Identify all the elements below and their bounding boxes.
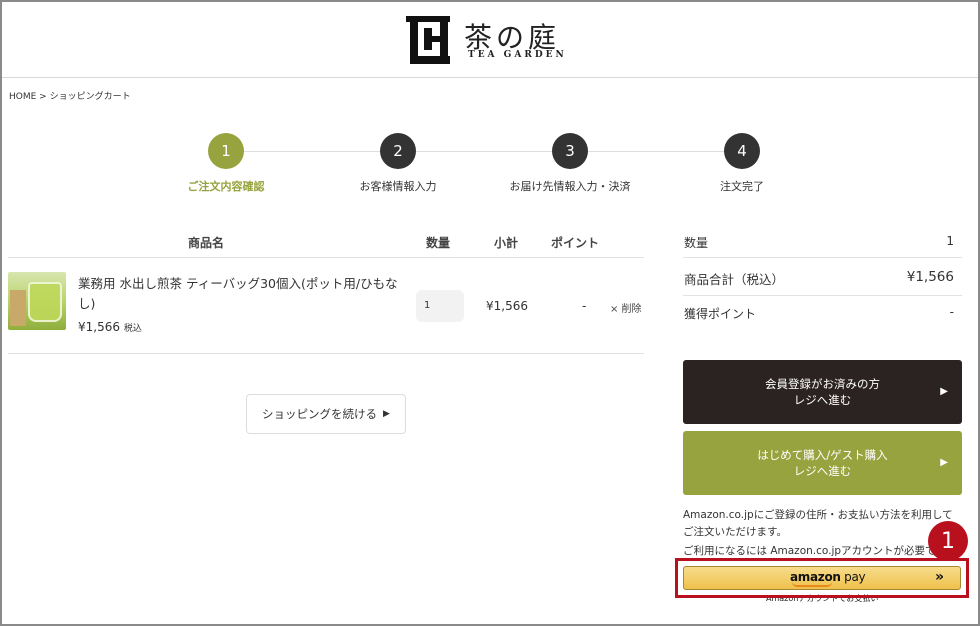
col-header-subtotal: 小計 xyxy=(494,236,519,250)
play-arrow-icon: ▶ xyxy=(940,457,948,468)
table-row-divider xyxy=(8,353,644,354)
continue-shopping-button[interactable]: ショッピングを続ける ▶ xyxy=(246,394,406,434)
guest-checkout-button[interactable]: はじめて購入/ゲスト購入 レジへ進む ▶ xyxy=(683,431,962,495)
summary-qty-value: 1 xyxy=(946,234,954,248)
amazon-note: Amazon.co.jpにご登録の住所・お支払い方法を利用してご注文いただけます… xyxy=(683,509,953,538)
summary-divider xyxy=(683,295,962,296)
step-connector xyxy=(416,151,552,152)
summary-points-row: 獲得ポイント - xyxy=(684,305,962,322)
product-name[interactable]: 業務用 水出し煎茶 ティーバッグ30個入(ポット用/ひもなし) xyxy=(78,274,398,314)
step-2-label: お客様情報入力 xyxy=(359,180,437,193)
summary-qty-label: 数量 xyxy=(684,236,709,250)
step-3-indicator: 3 xyxy=(552,133,588,169)
logo-mark-icon[interactable] xyxy=(406,16,450,64)
step-1-label: ご注文内容確認 xyxy=(187,180,265,193)
step-3-label: お届け先情報入力・決済 xyxy=(509,180,631,193)
step-2-indicator: 2 xyxy=(380,133,416,169)
col-header-name: 商品名 xyxy=(188,236,225,250)
breadcrumb[interactable]: HOME > ショッピングカート xyxy=(9,89,131,102)
step-connector xyxy=(244,151,380,152)
row-points: - xyxy=(582,299,587,313)
summary-total-row: 商品合計（税込） ¥1,566 xyxy=(684,269,962,288)
guest-checkout-line1: はじめて購入/ゲスト購入 xyxy=(757,448,888,462)
table-header-divider xyxy=(8,257,644,258)
col-header-points: ポイント xyxy=(551,236,600,250)
guest-checkout-line2: レジへ進む xyxy=(793,464,852,478)
step-1-indicator: 1 xyxy=(208,133,244,169)
member-checkout-line1: 会員登録がお済みの方 xyxy=(765,377,880,391)
step-connector xyxy=(588,151,724,152)
step-4-label: 注文完了 xyxy=(720,180,764,193)
quantity-input[interactable]: 1 xyxy=(416,290,464,322)
play-arrow-icon: ▶ xyxy=(940,386,948,397)
product-price: ¥1,566 税込 xyxy=(78,320,142,334)
delete-item-button[interactable]: × 削除 xyxy=(610,300,642,315)
summary-total-value: ¥1,566 xyxy=(906,269,954,285)
summary-total-label: 商品合計（税込） xyxy=(684,272,785,287)
logo-subtitle: TEA GARDEN xyxy=(468,50,567,60)
callout-number-badge: 1 xyxy=(928,521,968,561)
tax-label: 税込 xyxy=(123,324,142,334)
member-checkout-line2: レジへ進む xyxy=(793,393,852,407)
summary-qty-row: 数量 1 xyxy=(684,234,962,251)
product-price-value: ¥1,566 xyxy=(78,320,120,334)
summary-divider xyxy=(683,257,962,258)
summary-points-value: - xyxy=(949,305,954,319)
col-header-qty: 数量 xyxy=(426,236,451,250)
callout-highlight-box xyxy=(675,558,969,598)
product-thumbnail[interactable] xyxy=(8,272,66,330)
site-header: 茶の庭 TEA GARDEN xyxy=(2,2,978,78)
row-subtotal: ¥1,566 xyxy=(486,299,528,313)
member-checkout-button[interactable]: 会員登録がお済みの方 レジへ進む ▶ xyxy=(683,360,962,424)
step-4-indicator: 4 xyxy=(724,133,760,169)
continue-shopping-label: ショッピングを続ける xyxy=(262,407,378,421)
summary-points-label: 獲得ポイント xyxy=(684,307,757,321)
play-arrow-icon: ▶ xyxy=(383,409,390,419)
